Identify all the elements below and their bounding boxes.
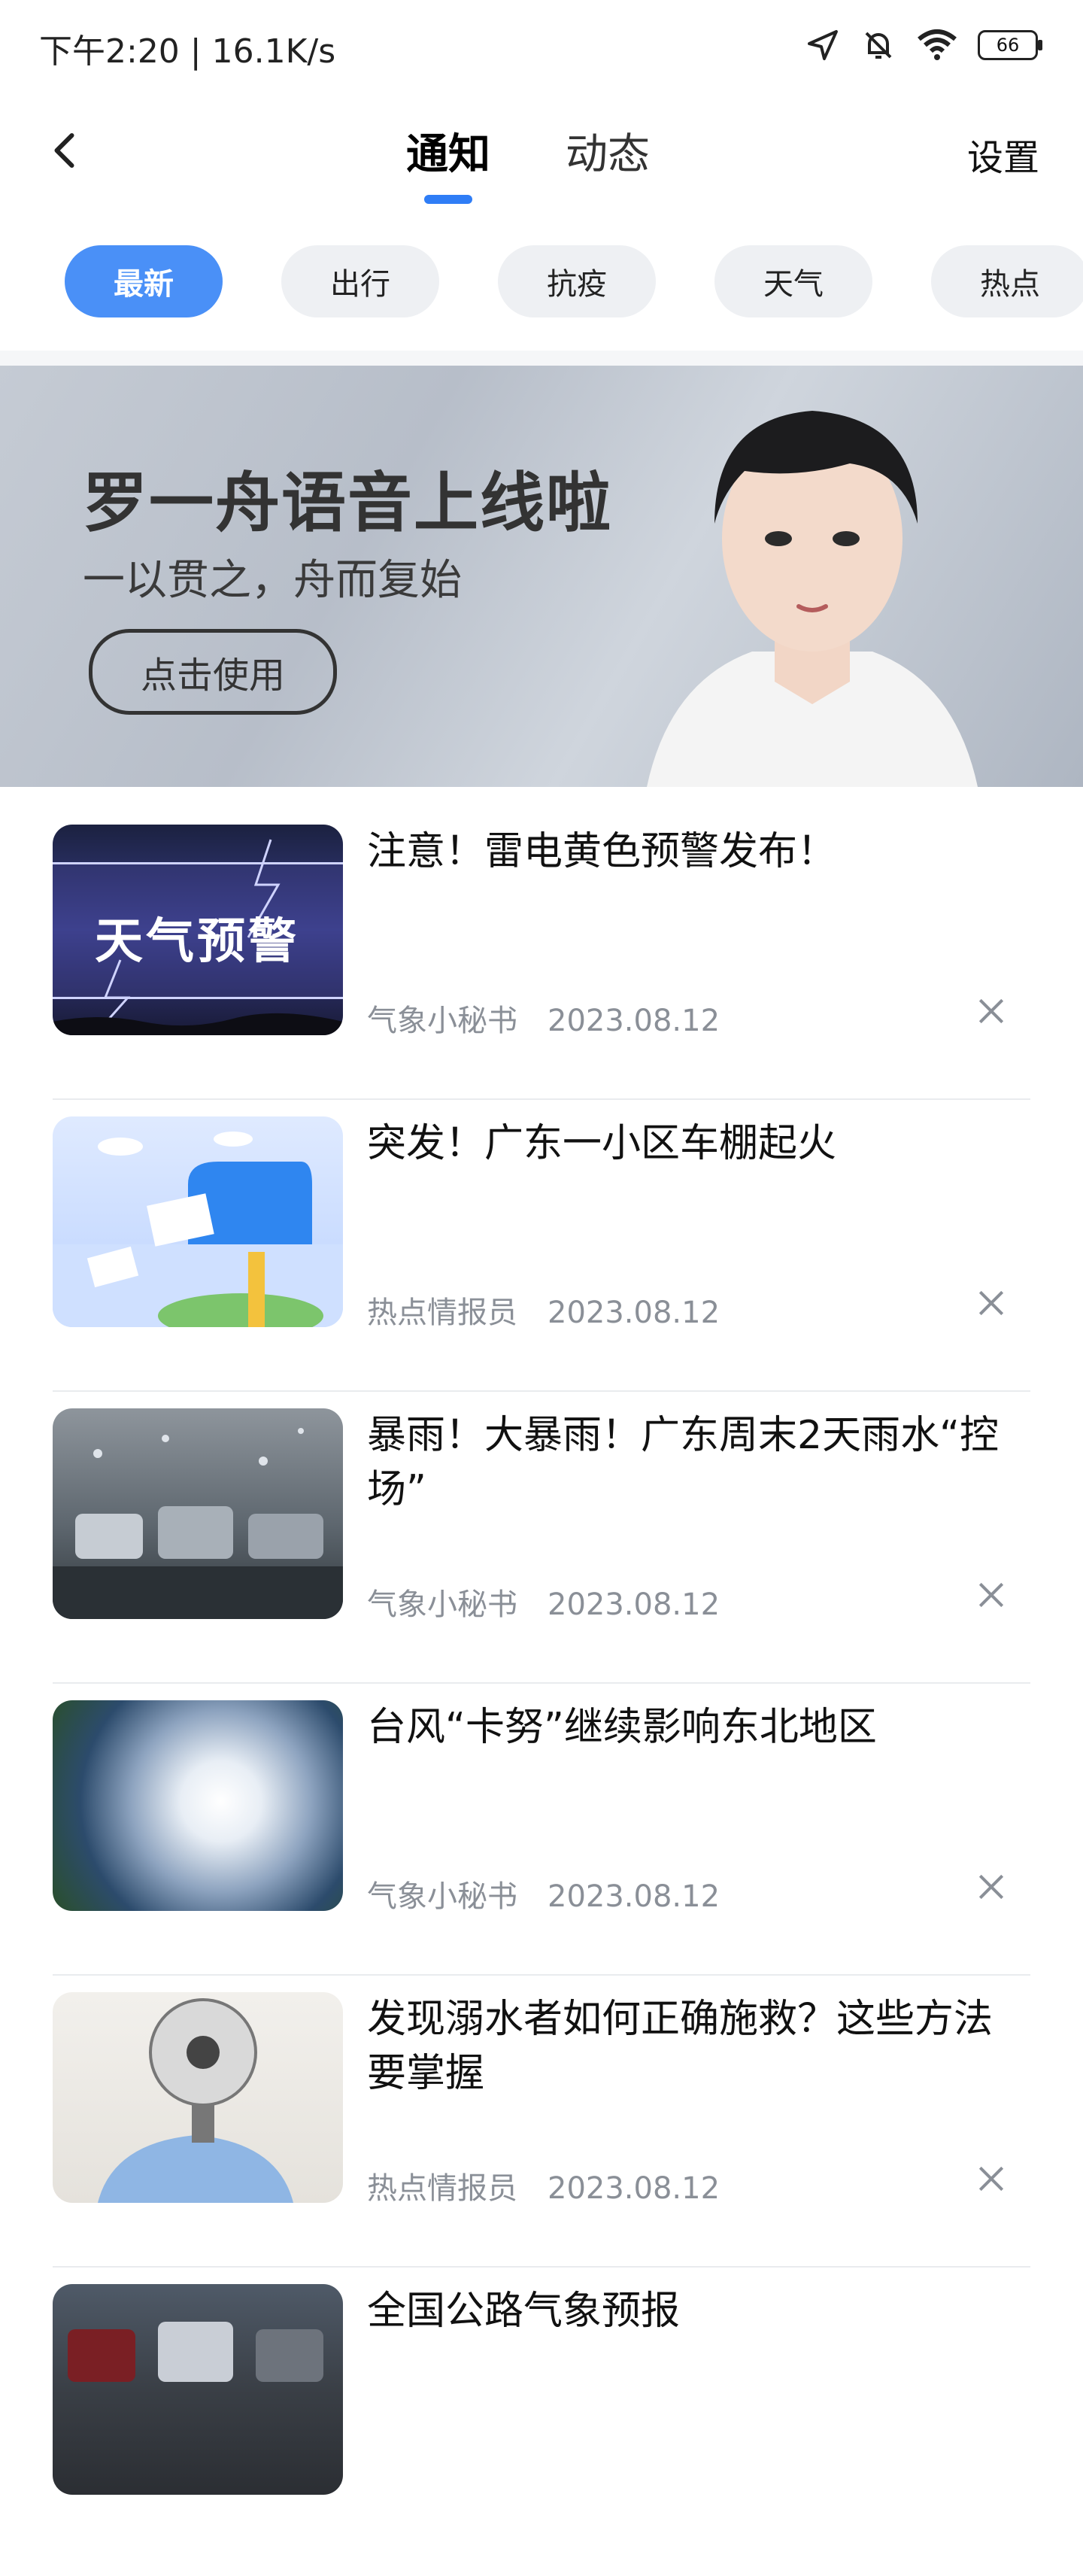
- bell-muted-icon: [865, 32, 892, 59]
- list-divider: [53, 1974, 1030, 1976]
- header: 通知 动态 设置: [0, 113, 1083, 218]
- tab-bar: 通知 动态: [406, 120, 650, 204]
- news-title: 发现溺水者如何正确施救？这些方法要掌握: [367, 1997, 994, 2096]
- rain-traffic-illustration: [53, 1428, 343, 1619]
- news-title: 台风“卡努”继续影响东北地区: [367, 1705, 877, 1750]
- tab-label: 动态: [566, 130, 650, 179]
- list-item[interactable]: 发现溺水者如何正确施救？这些方法要掌握 热点情报员 2023.08.12: [0, 1992, 1083, 2284]
- news-meta: 气象小秘书 2023.08.12: [367, 1580, 720, 1624]
- news-date: 2023.08.12: [548, 1004, 720, 1038]
- list-item[interactable]: 突发！广东一小区车棚起火 热点情报员 2023.08.12: [0, 1116, 1083, 1408]
- chip-latest[interactable]: 最新: [65, 245, 223, 317]
- news-title: 注意！雷电黄色预警发布！: [367, 829, 837, 874]
- banner-cta-button[interactable]: 点击使用: [89, 629, 337, 715]
- wifi-icon: [918, 29, 957, 60]
- news-title: 暴雨！大暴雨！广东周末2天雨水“控场”: [367, 1413, 1000, 1512]
- news-source: 气象小秘书: [367, 1879, 517, 1914]
- news-thumbnail: [53, 1700, 343, 1911]
- banner-subtitle: 一以贯之，舟而复始: [83, 556, 462, 605]
- status-icons: 66: [805, 27, 1042, 63]
- news-meta: 气象小秘书 2023.08.12: [367, 1872, 720, 1915]
- thumb-label: 天气预警: [95, 914, 299, 970]
- chip-weather[interactable]: 天气: [714, 245, 872, 317]
- list-item[interactable]: 全国公路气象预报: [0, 2284, 1083, 2576]
- news-date: 2023.08.12: [548, 2171, 720, 2206]
- list-item[interactable]: 台风“卡努”继续影响东北地区 气象小秘书 2023.08.12: [0, 1700, 1083, 1992]
- news-thumbnail: [53, 1116, 343, 1327]
- road-traffic-illustration: [68, 2322, 323, 2382]
- promo-banner[interactable]: 罗一舟语音上线啦 一以贯之，舟而复始 点击使用: [0, 366, 1083, 787]
- news-title: 全国公路气象预报: [367, 2289, 681, 2334]
- close-icon[interactable]: [975, 1870, 1008, 1903]
- tab-feed[interactable]: 动态: [566, 120, 650, 204]
- news-source: 气象小秘书: [367, 1004, 517, 1038]
- list-divider: [53, 2266, 1030, 2268]
- close-icon[interactable]: [975, 995, 1008, 1028]
- news-date: 2023.08.12: [548, 1879, 720, 1914]
- battery-icon: 66: [978, 30, 1042, 60]
- megaphone-illustration: [98, 1998, 293, 2203]
- status-time-speed: 下午2:20 | 16.1K/s: [39, 32, 336, 71]
- news-title: 突发！广东一小区车棚起火: [367, 1121, 837, 1166]
- list-item[interactable]: 暴雨！大暴雨！广东周末2天雨水“控场” 气象小秘书 2023.08.12: [0, 1408, 1083, 1700]
- chip-hot[interactable]: 热点: [931, 245, 1083, 317]
- filter-chips: 最新 出行 抗疫 天气 热点: [65, 245, 1083, 317]
- news-thumbnail: [53, 1408, 343, 1619]
- location-arrow-icon: [808, 30, 838, 60]
- tab-notifications[interactable]: 通知: [406, 120, 490, 204]
- news-date: 2023.08.12: [548, 1296, 720, 1330]
- news-source: 气象小秘书: [367, 1587, 517, 1622]
- list-divider: [53, 1098, 1030, 1100]
- news-thumbnail: [53, 2284, 343, 2495]
- settings-button[interactable]: 设置: [967, 128, 1039, 181]
- section-divider: [0, 351, 1083, 366]
- battery-level: 66: [996, 35, 1020, 56]
- close-icon[interactable]: [975, 1286, 1008, 1320]
- list-divider: [53, 1682, 1030, 1684]
- news-source: 热点情报员: [367, 2171, 517, 2206]
- status-bar: 下午2:20 | 16.1K/s 66: [0, 0, 1083, 98]
- tab-label: 通知: [406, 130, 490, 179]
- list-divider: [53, 1390, 1030, 1392]
- chip-travel[interactable]: 出行: [281, 245, 439, 317]
- close-icon[interactable]: [975, 2162, 1008, 2195]
- news-source: 热点情报员: [367, 1296, 517, 1330]
- list-item[interactable]: 天气预警 注意！雷电黄色预警发布！ 气象小秘书 2023.08.12: [0, 825, 1083, 1116]
- news-meta: 热点情报员 2023.08.12: [367, 2164, 720, 2207]
- news-date: 2023.08.12: [548, 1587, 720, 1622]
- banner-person-image: [647, 411, 978, 787]
- news-list: 天气预警 注意！雷电黄色预警发布！ 气象小秘书 2023.08.12 突发！广东一…: [0, 825, 1083, 2576]
- close-icon[interactable]: [975, 1578, 1008, 1612]
- back-icon[interactable]: [44, 128, 89, 173]
- tab-active-indicator: [424, 195, 472, 204]
- mailbox-illustration: [53, 1132, 343, 1327]
- news-meta: 热点情报员 2023.08.12: [367, 1288, 720, 1332]
- news-thumbnail: [53, 1992, 343, 2203]
- news-meta: 气象小秘书 2023.08.12: [367, 996, 720, 1040]
- chip-epidemic[interactable]: 抗疫: [498, 245, 656, 317]
- news-thumbnail: 天气预警: [53, 825, 343, 1035]
- banner-title: 罗一舟语音上线啦: [83, 466, 612, 541]
